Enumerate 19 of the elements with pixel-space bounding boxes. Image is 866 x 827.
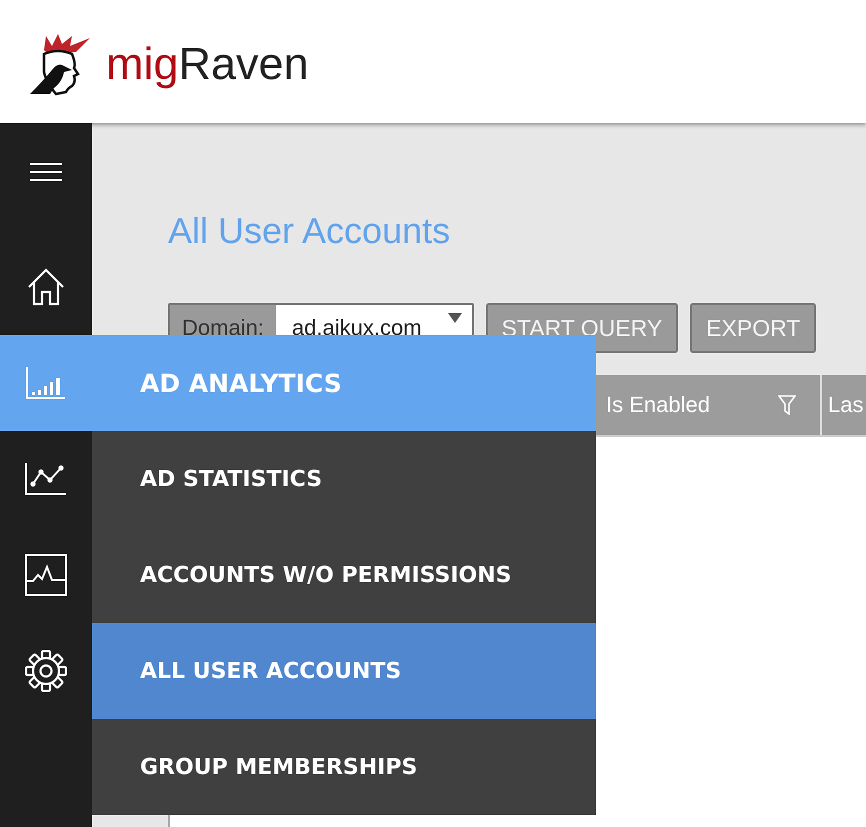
dropdown-caret-icon bbox=[448, 313, 462, 323]
filter-icon[interactable] bbox=[778, 395, 796, 415]
column-header[interactable]: Las bbox=[822, 375, 864, 435]
menu-header[interactable]: AD ANALYTICS bbox=[0, 335, 596, 431]
activity-icon[interactable] bbox=[25, 554, 67, 596]
logo-icon bbox=[28, 32, 92, 96]
line-chart-icon[interactable] bbox=[25, 462, 67, 496]
submenu-item[interactable]: ALL USER ACCOUNTS bbox=[92, 623, 596, 719]
submenu-item[interactable]: ACCOUNTS W/O PERMISSIONS bbox=[92, 527, 596, 623]
toolbar-button[interactable]: EXPORT bbox=[690, 303, 816, 353]
column-header[interactable]: Is Enabled bbox=[596, 375, 822, 435]
settings-icon[interactable] bbox=[25, 650, 67, 692]
submenu-item[interactable]: GROUP MEMBERSHIPS bbox=[92, 719, 596, 815]
menu-icon[interactable] bbox=[29, 162, 63, 182]
bar-chart-icon[interactable] bbox=[26, 366, 66, 400]
logo-text: migRaven bbox=[106, 41, 309, 86]
page-title: All User Accounts bbox=[168, 211, 452, 251]
submenu-item[interactable]: AD STATISTICS bbox=[92, 431, 596, 527]
home-icon[interactable] bbox=[26, 267, 66, 307]
